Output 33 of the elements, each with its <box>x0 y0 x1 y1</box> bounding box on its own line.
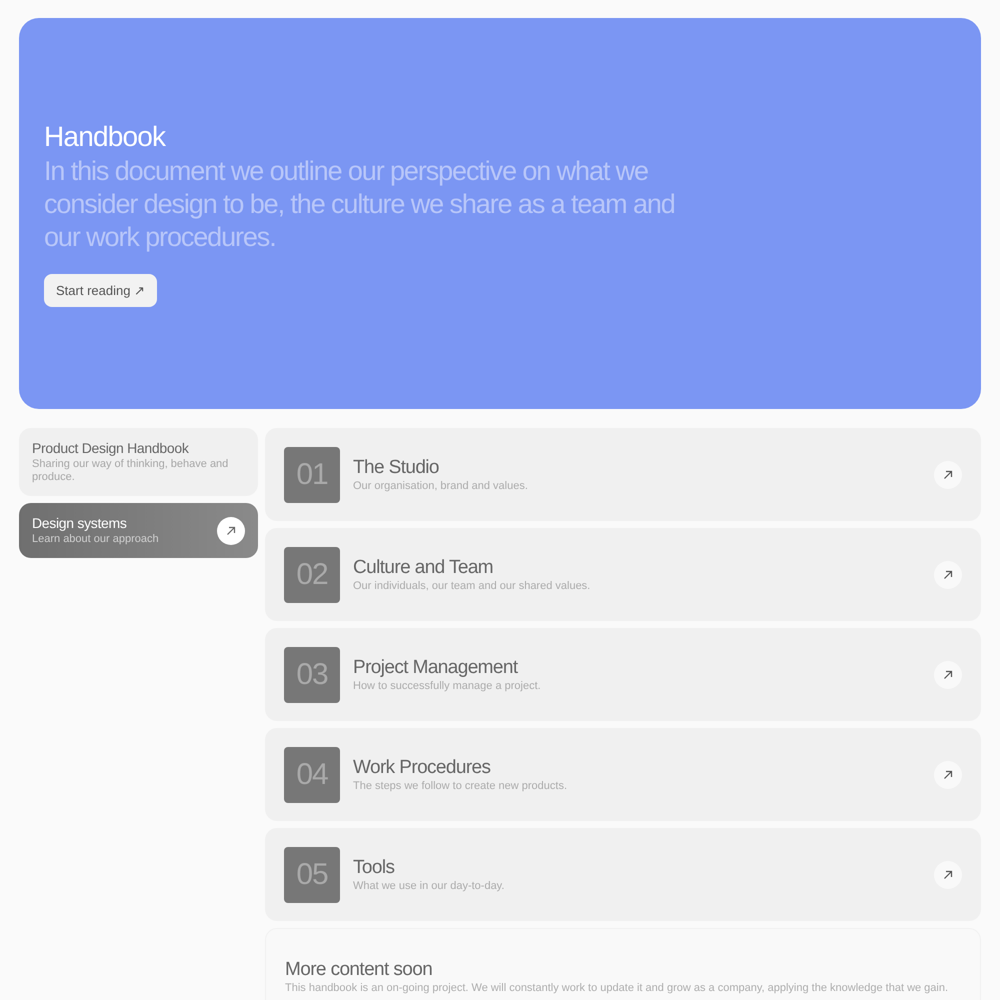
chapter-description: Our individuals, our team and our shared values. <box>353 580 592 592</box>
start-reading-button[interactable]: Start reading ↗ <box>44 274 158 306</box>
arrow-icon <box>943 570 953 580</box>
arrow-button[interactable] <box>217 516 245 544</box>
arrow-button[interactable] <box>934 660 962 688</box>
chapter-title: Culture and Team <box>353 557 494 579</box>
arrow-icon <box>943 870 953 880</box>
chapter-description: Our organisation, brand and values. <box>353 480 529 492</box>
chapter-title: Tools <box>353 857 396 879</box>
chapter-title: Project Management <box>353 657 519 679</box>
chapter-title: Work Procedures <box>353 757 492 779</box>
chapter-title: The Studio <box>353 457 440 479</box>
arrow-icon <box>943 770 953 780</box>
arrow-button[interactable] <box>934 860 962 888</box>
note-text: This handbook is an on-going project. We will constantly work to update it and grow as a company, applying the knowledge that we gain. <box>285 982 950 994</box>
sidebar-item-subtitle: Sharing our way of thinking, behave and produce. <box>32 458 230 484</box>
arrow-icon <box>226 526 236 536</box>
sidebar-item-title: Product Design Handbook <box>32 440 190 456</box>
arrow-icon <box>943 470 953 480</box>
arrow-button[interactable] <box>934 560 962 588</box>
sidebar-item-title: Design systems <box>32 515 128 531</box>
arrow-button[interactable] <box>934 760 962 788</box>
chapter-description: The steps we follow to create new products. <box>353 780 568 792</box>
chapter-description: What we use in our day-to-day. <box>353 880 506 892</box>
arrow-button[interactable] <box>934 460 962 488</box>
note-title: More content soon <box>285 959 434 981</box>
chapter-description: How to successfully manage a project. <box>353 680 542 692</box>
sidebar-item-subtitle: Learn about our approach <box>32 533 160 546</box>
hero-intro: In this document we outline our perspective on what we consider design to be, the culture we share as a team and our work procedures. <box>44 154 676 254</box>
sidebar-item[interactable]: Design systems Learn about our approach <box>19 503 258 558</box>
sidebar-item[interactable]: Product Design Handbook Sharing our way of thinking, behave and produce. <box>19 428 258 496</box>
arrow-icon <box>943 670 953 680</box>
hero-title: Handbook <box>44 120 167 152</box>
